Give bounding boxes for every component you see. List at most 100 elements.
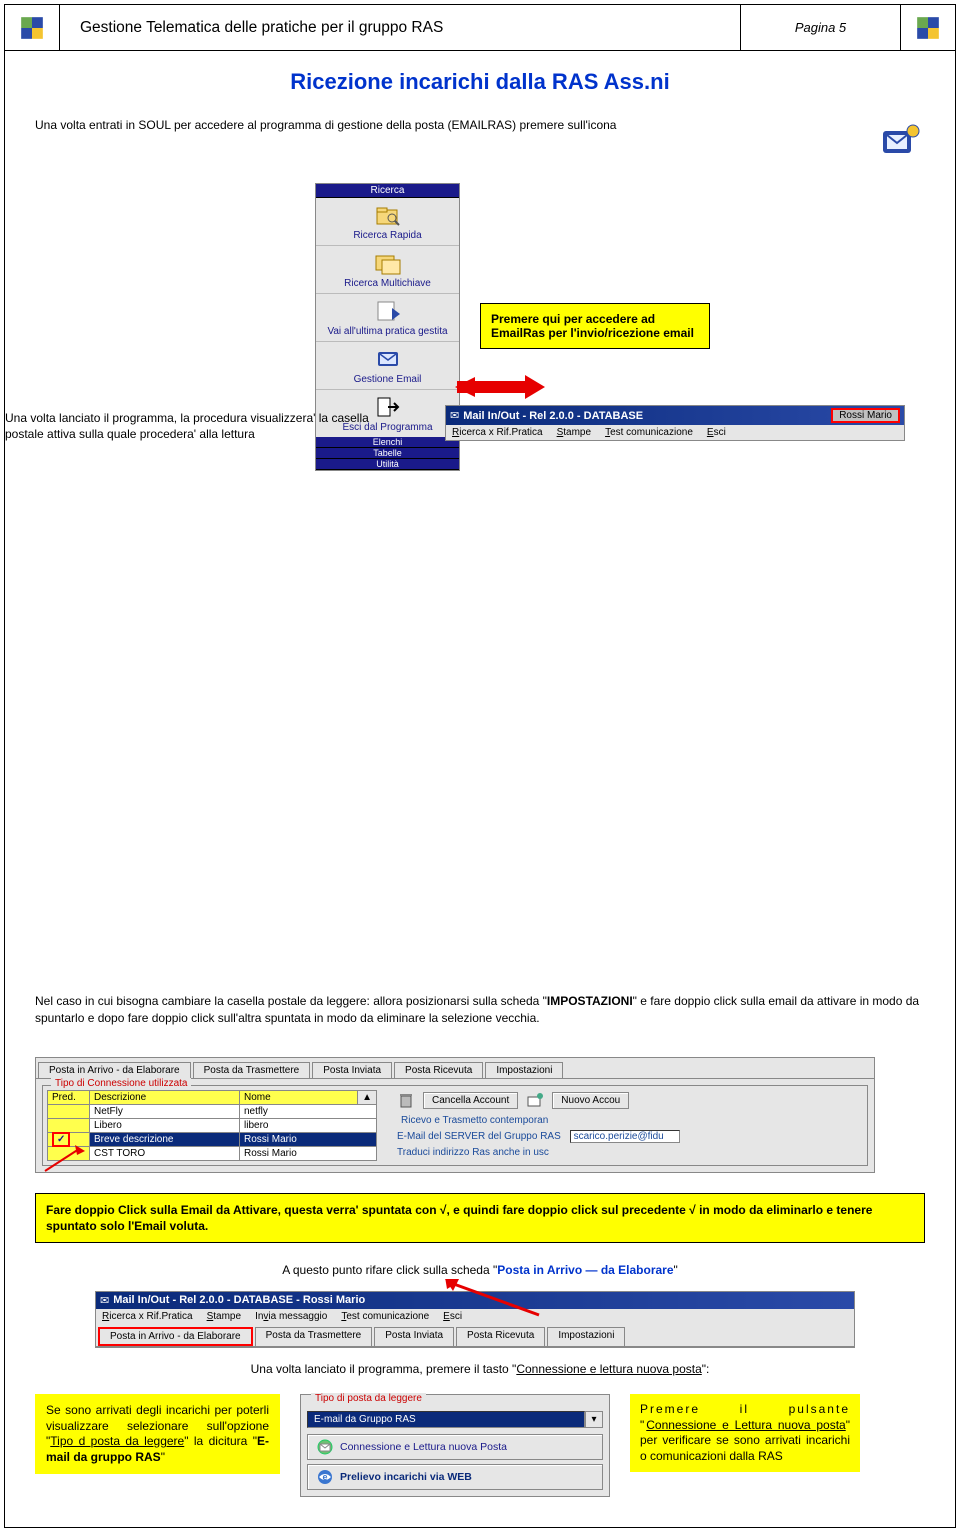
tab-posta-ricevuta-2[interactable]: Posta Ricevuta: [456, 1327, 545, 1346]
tabs-row-2: Posta in Arrivo - da Elaborare Posta da …: [96, 1324, 854, 1347]
search-folder-icon: [374, 202, 402, 228]
red-arrow-2: [35, 1283, 925, 1297]
tab-impostazioni-2[interactable]: Impostazioni: [547, 1327, 625, 1346]
cancella-account-button[interactable]: Cancella Account: [423, 1092, 518, 1109]
section-toolbar: Ricerca Ricerca Rapida Ricerca Multichia…: [35, 183, 925, 523]
label: Connessione e Lettura nuova Posta: [340, 1441, 507, 1453]
table-row[interactable]: NetFly netfly: [48, 1104, 377, 1118]
tab-posta-arrivo-active[interactable]: Posta in Arrivo - da Elaborare: [98, 1327, 253, 1346]
post: ":: [702, 1362, 710, 1376]
email-icon: [374, 346, 402, 372]
menu-stampe[interactable]: Stampe: [557, 427, 591, 438]
email-program-icon: [877, 117, 925, 165]
window-icon: ✉: [450, 409, 459, 422]
page-header: Gestione Telematica delle pratiche per i…: [5, 5, 955, 51]
red-arrow-icon: [455, 368, 545, 403]
tab-impostazioni[interactable]: Impostazioni: [485, 1062, 563, 1078]
ie-icon: e: [316, 1468, 334, 1486]
bottom-row: Se sono arrivati degli incarichi per pot…: [35, 1394, 925, 1497]
toolbar-section-utilita[interactable]: Utilità: [316, 459, 459, 470]
callout-incarichi-arrivati: Se sono arrivati degli incarichi per pot…: [35, 1394, 280, 1474]
post: ": [674, 1263, 678, 1277]
mail-window-titlebar-1: ✉ Mail In/Out - Rel 2.0.0 - DATABASE Ros…: [445, 405, 905, 441]
text-impostazioni: IMPOSTAZIONI: [547, 994, 633, 1008]
tabs-row-1: Posta in Arrivo - da Elaborare Posta da …: [36, 1058, 874, 1079]
goto-last-icon: [374, 298, 402, 324]
callout-premere-pulsante: Premere il pulsante "Connessione e Lettu…: [630, 1394, 860, 1472]
menu-invia[interactable]: Invia messaggio: [255, 1311, 327, 1322]
callout-accedere-emailras: Premere qui per accedere ad EmailRas per…: [480, 303, 710, 349]
trash-icon: [397, 1091, 415, 1109]
main-title: Ricezione incarichi dalla RAS Ass.ni: [35, 69, 925, 95]
menu-esci[interactable]: Esci: [707, 427, 726, 438]
menu-ricerca[interactable]: Ricerca x Rif.Pratica: [102, 1311, 193, 1322]
nuovo-account-button[interactable]: Nuovo Accou: [552, 1092, 629, 1109]
label: Ricerca Rapida: [353, 230, 421, 241]
header-title: Gestione Telematica delle pratiche per i…: [59, 5, 741, 50]
menu-test[interactable]: Test comunicazione: [341, 1311, 429, 1322]
toolbar-section-tabelle[interactable]: Tabelle: [316, 448, 459, 459]
ricevo-trasmetto-label: Ricevo e Trasmetto contemporan: [401, 1115, 863, 1126]
prelievo-web-button[interactable]: e Prelievo incarichi via WEB: [307, 1464, 603, 1490]
tab-posta-arrivo[interactable]: Posta in Arrivo - da Elaborare: [38, 1062, 191, 1078]
table-row[interactable]: Libero libero: [48, 1118, 377, 1132]
titlebar-user-slot: Rossi Mario: [831, 408, 900, 423]
menu-ricerca[interactable]: Ricerca x Rif.Pratica: [452, 427, 543, 438]
pre: A questo punto rifare click sulla scheda…: [282, 1263, 497, 1277]
col-nome: Nome: [240, 1090, 358, 1104]
settings-panel: Posta in Arrivo - da Elaborare Posta da …: [35, 1057, 875, 1173]
globe-mail-icon: [316, 1438, 334, 1456]
label: Prelievo incarichi via WEB: [340, 1471, 472, 1483]
table-row[interactable]: CST TORO Rossi Mario: [48, 1146, 377, 1160]
titlebar-blue: ✉ Mail In/Out - Rel 2.0.0 - DATABASE Ros…: [446, 406, 904, 425]
toolbar-item-ricerca-multichiave[interactable]: Ricerca Multichiave: [316, 245, 459, 293]
chevron-down-icon[interactable]: ▾: [585, 1411, 603, 1428]
accounts-controls: Cancella Account Nuovo Accou Ricevo e Tr…: [387, 1090, 863, 1161]
label: Gestione Email: [354, 374, 422, 385]
tab-posta-trasmettere-2[interactable]: Posta da Trasmettere: [255, 1327, 373, 1346]
header-page-number: Pagina 5: [741, 5, 901, 50]
instruction-rifare-click: A questo punto rifare click sulla scheda…: [35, 1263, 925, 1277]
intro-text: Una volta entrati in SOUL per accedere a…: [35, 117, 857, 133]
tipo-combo[interactable]: E-mail da Gruppo RAS ▾: [307, 1411, 603, 1428]
new-account-icon: [526, 1091, 544, 1109]
label: Ricerca Multichiave: [344, 278, 431, 289]
link: Connessione e lettura nuova posta: [516, 1362, 701, 1376]
accounts-table-wrap: Pred. Descrizione Nome ▲ NetFly netfly: [47, 1090, 387, 1161]
label: Vai all'ultima pratica gestita: [327, 326, 447, 337]
paragraph-lettura: Una volta lanciato il programma, la proc…: [5, 410, 375, 442]
tipo-posta-panel: Tipo di posta da leggere E-mail da Grupp…: [300, 1394, 610, 1497]
fieldset-connessione: Tipo di Connessione utilizzata Pred. Des…: [42, 1085, 868, 1166]
table-row-selected[interactable]: ✓ Breve descrizione Rossi Mario: [48, 1132, 377, 1146]
intro-row: Una volta entrati in SOUL per accedere a…: [35, 117, 925, 165]
toolbar-section-ricerca[interactable]: Ricerca: [316, 184, 459, 198]
menu-bar: Ricerca x Rif.Pratica Stampe Test comuni…: [446, 425, 904, 440]
svg-text:e: e: [322, 1472, 327, 1482]
toolbar-item-vai-ultima[interactable]: Vai all'ultima pratica gestita: [316, 293, 459, 341]
tipo-combo-value: E-mail da Gruppo RAS: [307, 1411, 585, 1428]
tab-posta-inviata[interactable]: Posta Inviata: [312, 1062, 392, 1078]
tab-posta-ricevuta[interactable]: Posta Ricevuta: [394, 1062, 483, 1078]
corner-logo-left-icon: [5, 5, 59, 50]
traduci-label: Traduci indirizzo Ras anche in usc: [397, 1147, 863, 1158]
toolbar-item-ricerca-rapida[interactable]: Ricerca Rapida: [316, 198, 459, 245]
menu-stampe[interactable]: Stampe: [207, 1311, 241, 1322]
col-desc: Descrizione: [90, 1090, 240, 1104]
tipo-legend: Tipo di posta da leggere: [311, 1393, 426, 1404]
tab-posta-inviata-2[interactable]: Posta Inviata: [374, 1327, 454, 1346]
server-email-input[interactable]: scarico.perizie@fidu: [570, 1130, 680, 1143]
tab-name: Posta in Arrivo — da Elaborare: [497, 1263, 673, 1277]
accounts-table: Pred. Descrizione Nome ▲ NetFly netfly: [47, 1090, 377, 1161]
paragraph-impostazioni: Nel caso in cui bisogna cambiare la case…: [35, 993, 925, 1027]
server-label: E-Mail del SERVER del Gruppo RAS: [397, 1131, 561, 1142]
tab-posta-trasmettere[interactable]: Posta da Trasmettere: [193, 1062, 311, 1078]
fieldset-legend: Tipo di Connessione utilizzata: [51, 1078, 191, 1089]
menu-test[interactable]: Test comunicazione: [605, 427, 693, 438]
col-pred: Pred.: [48, 1090, 90, 1104]
toolbar-item-gestione-email[interactable]: Gestione Email: [316, 341, 459, 389]
pre: Una volta lanciato il programma, premere…: [251, 1362, 517, 1376]
window-title: Mail In/Out - Rel 2.0.0 - DATABASE: [463, 410, 643, 422]
red-diagonal-arrow-icon: [41, 1145, 91, 1175]
connessione-lettura-button[interactable]: Connessione e Lettura nuova Posta: [307, 1434, 603, 1460]
multi-search-icon: [374, 250, 402, 276]
